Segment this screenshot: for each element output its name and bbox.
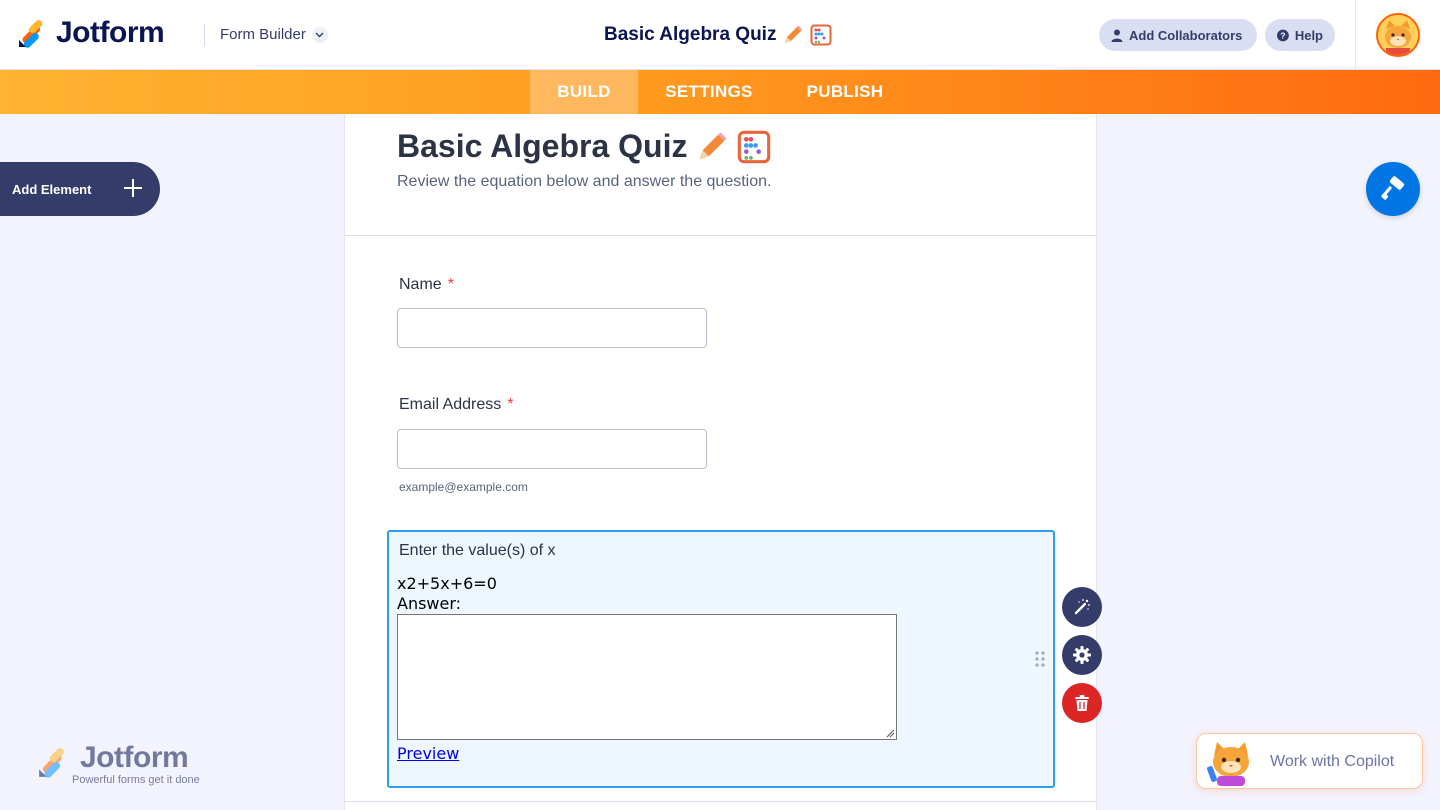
delete-button[interactable]	[1062, 683, 1102, 723]
form-builder-menu[interactable]: Form Builder	[220, 26, 328, 43]
email-sublabel: example@example.com	[399, 480, 528, 494]
settings-button[interactable]	[1062, 635, 1102, 675]
header-divider	[204, 24, 205, 46]
add-collaborators-button[interactable]: Add Collaborators	[1099, 19, 1257, 51]
watermark-tagline: Powerful forms get it done	[72, 774, 200, 786]
tab-build[interactable]: BUILD	[530, 70, 638, 114]
jotform-logo-icon	[19, 19, 43, 48]
jotform-watermark: Jotform Powerful forms get it done	[38, 741, 200, 786]
pencil-icon	[700, 131, 728, 159]
paint-roller-icon	[1381, 176, 1405, 200]
top-header: Jotform Form Builder Basic Algebra Quiz …	[0, 0, 1440, 70]
svg-text:?: ?	[1280, 30, 1285, 40]
resize-handle-icon[interactable]	[885, 728, 895, 738]
canvas-bottom-divider	[344, 801, 1097, 802]
jotform-logo[interactable]: Jotform	[18, 16, 165, 50]
form-subheading[interactable]: Review the equation below and answer the…	[397, 173, 771, 191]
question-icon: ?	[1277, 29, 1289, 41]
form-heading[interactable]: Basic Algebra Quiz	[397, 128, 771, 165]
magic-wand-icon	[1074, 599, 1090, 615]
selected-question-block[interactable]: Enter the value(s) of x x2+5x+6=0 Answer…	[387, 530, 1055, 788]
magic-wand-button[interactable]	[1062, 587, 1102, 627]
form-title-header[interactable]: Basic Algebra Quiz	[604, 24, 832, 46]
preview-link[interactable]: Preview	[397, 744, 459, 763]
add-element-button[interactable]: Add Element	[0, 162, 160, 216]
copilot-button[interactable]: Work with Copilot	[1196, 733, 1423, 789]
form-designer-button[interactable]	[1366, 162, 1420, 216]
question-title[interactable]: Enter the value(s) of x	[399, 542, 556, 560]
watermark-brand: Jotform	[80, 741, 189, 774]
tab-settings[interactable]: SETTINGS	[638, 70, 780, 114]
avatar-divider	[1355, 0, 1356, 70]
required-marker: *	[507, 396, 514, 413]
brand-name: Jotform	[56, 16, 165, 49]
jotform-logo-icon	[39, 748, 64, 778]
plus-icon	[124, 179, 142, 197]
form-header-section[interactable]: Basic Algebra Quiz Review the equation b…	[345, 114, 1096, 236]
form-title-text: Basic Algebra Quiz	[604, 24, 777, 45]
add-element-label: Add Element	[12, 181, 92, 197]
copilot-cat-icon	[1207, 742, 1249, 786]
user-avatar[interactable]	[1376, 13, 1420, 57]
abacus-icon	[810, 24, 832, 46]
name-input[interactable]	[397, 308, 707, 348]
gear-icon	[1073, 646, 1091, 664]
required-marker: *	[447, 276, 454, 293]
form-heading-text: Basic Algebra Quiz	[397, 128, 688, 164]
builder-nav: BUILD SETTINGS PUBLISH	[0, 70, 1440, 114]
answer-textarea[interactable]	[397, 614, 897, 740]
email-label-text: Email Address	[399, 396, 502, 413]
add-collaborators-label: Add Collaborators	[1129, 27, 1243, 43]
copilot-label: Work with Copilot	[1270, 753, 1395, 770]
abacus-icon	[738, 130, 771, 163]
name-label-text: Name	[399, 276, 442, 293]
name-field-label[interactable]: Name *	[399, 276, 454, 294]
email-field-label[interactable]: Email Address *	[399, 396, 514, 414]
form-canvas: Basic Algebra Quiz Review the equation b…	[344, 114, 1097, 810]
trash-icon	[1075, 695, 1089, 711]
answer-label: Answer:	[397, 594, 462, 613]
chevron-down-icon	[311, 26, 328, 43]
pencil-icon	[785, 25, 803, 43]
question-equation: x2+5x+6=0	[397, 574, 497, 593]
user-icon	[1111, 29, 1123, 42]
help-label: Help	[1294, 27, 1323, 43]
tab-publish[interactable]: PUBLISH	[780, 70, 910, 114]
help-button[interactable]: ? Help	[1265, 19, 1335, 51]
form-builder-label: Form Builder	[220, 26, 306, 43]
cat-avatar-icon	[1378, 15, 1418, 55]
drag-handle-icon[interactable]	[1035, 651, 1045, 667]
email-input[interactable]	[397, 429, 707, 469]
